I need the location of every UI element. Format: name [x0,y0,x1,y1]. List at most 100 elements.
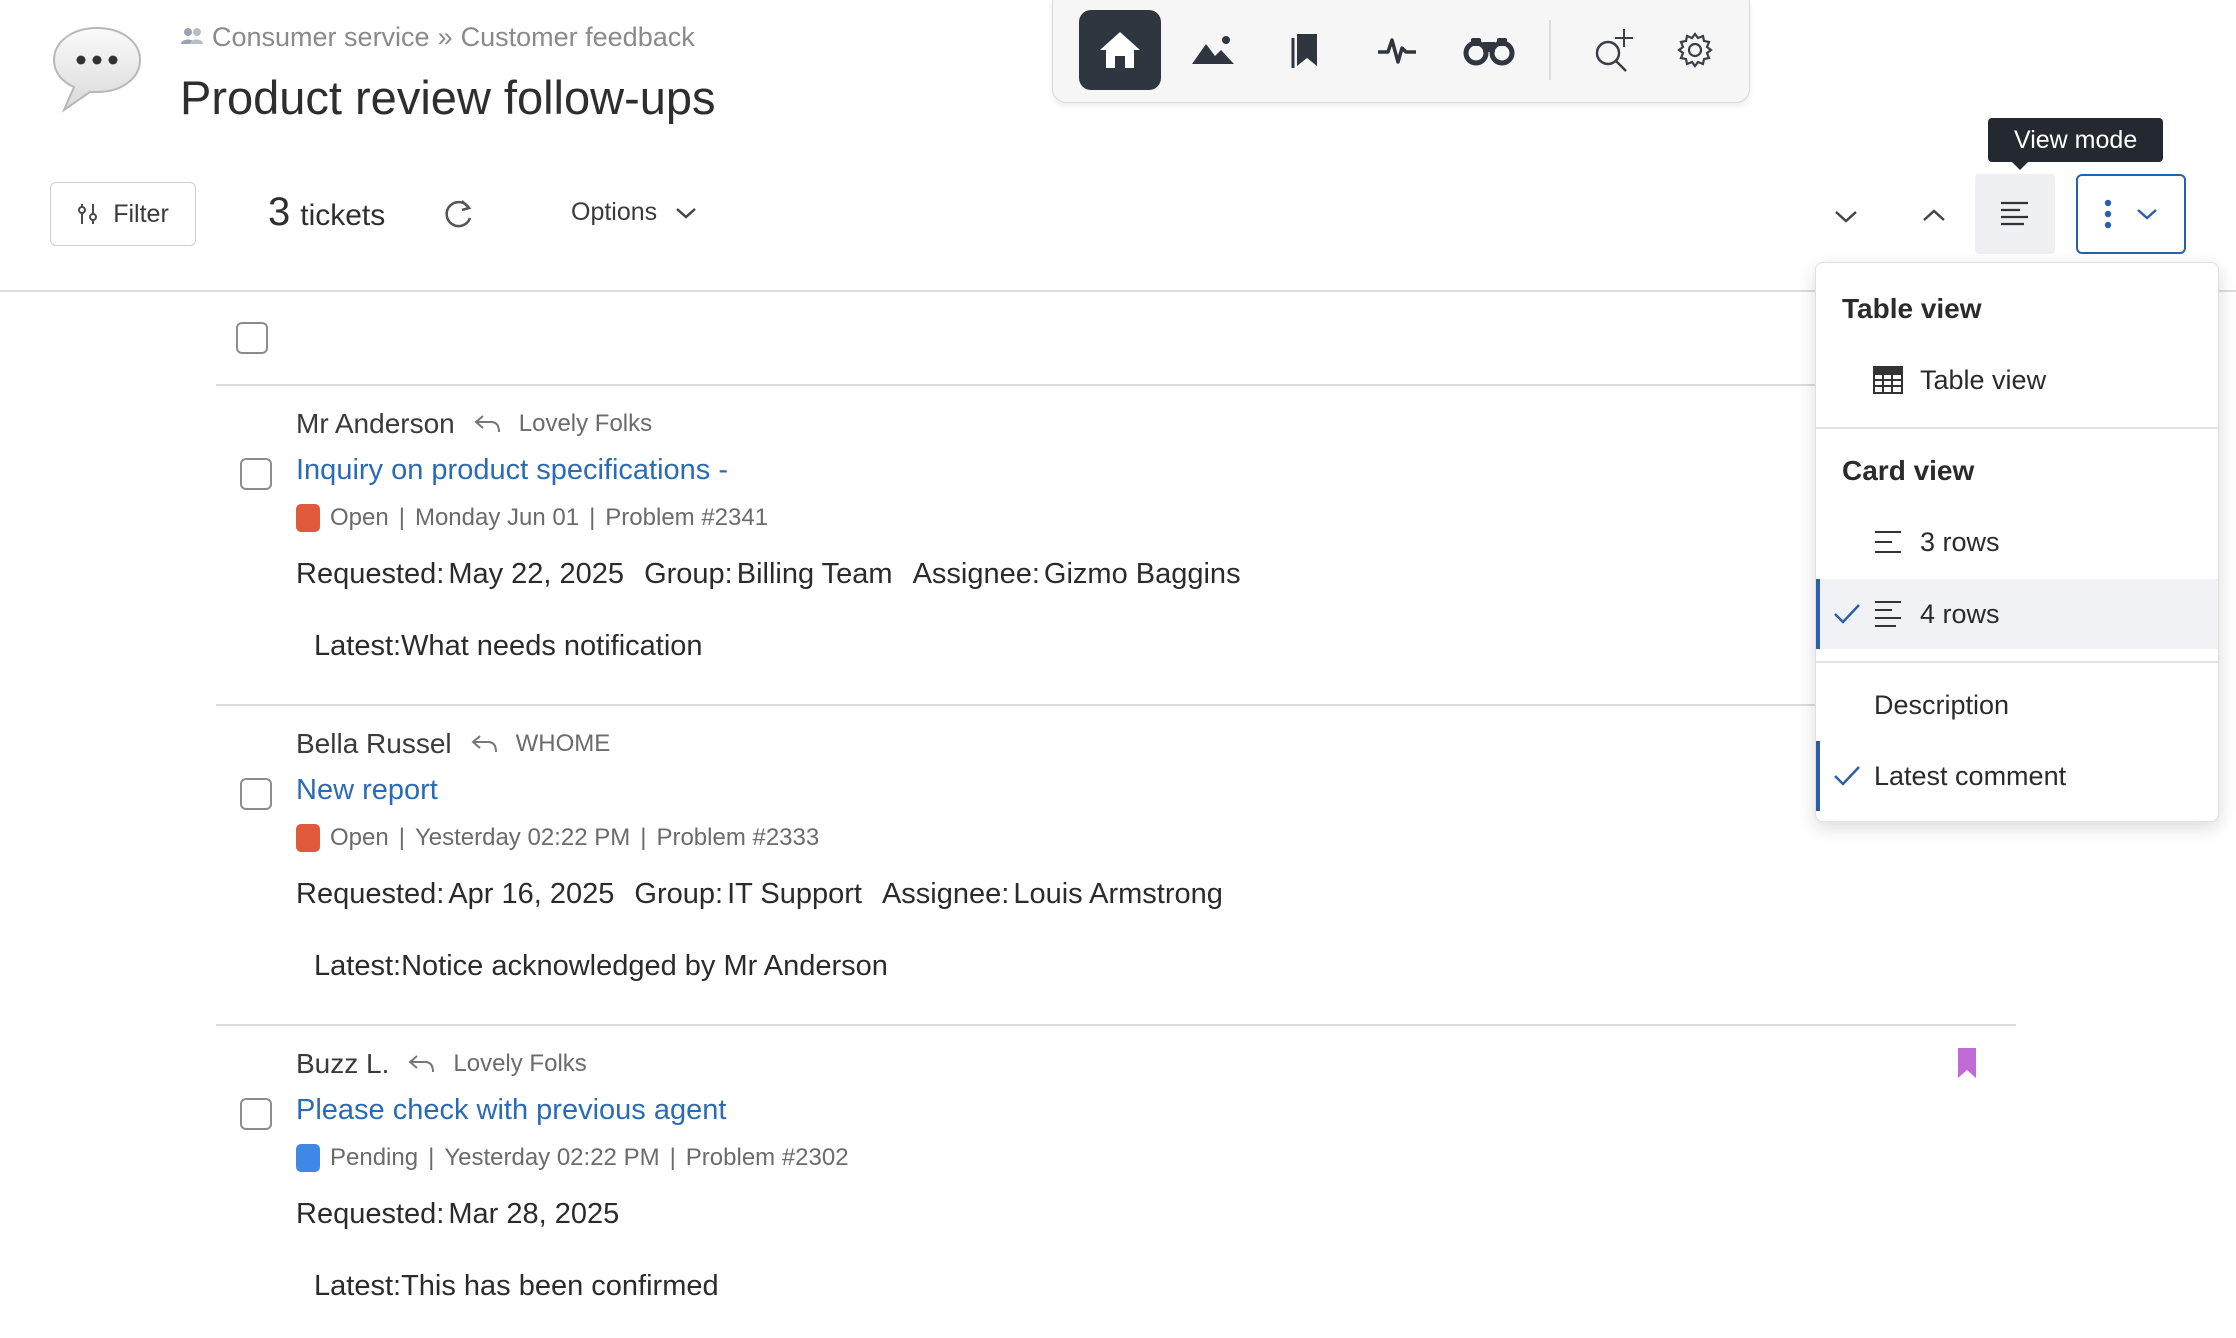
assignee-label: Assignee: [912,558,1040,590]
menu-item-label: Description [1874,689,2010,720]
checkmark-icon [1834,604,1860,624]
ticket-card: Mr Anderson Lovely Folks Inquiry on prod… [216,386,2016,706]
ticket-organization[interactable]: Lovely Folks [453,1050,586,1078]
menu-heading-card-view: Card view [1842,455,1975,486]
speech-bubble-logo-icon [50,22,144,116]
group-value: Billing Team [736,558,893,590]
ticket-status-line: Open | Yesterday 02:22 PM | Problem #233… [296,824,819,852]
gear-icon [1677,32,1713,68]
latest-label: Latest: [314,1270,402,1302]
requested-label: Requested: [296,558,445,590]
checkmark-icon [1834,766,1860,786]
menu-item-label: 4 rows [1920,598,2000,629]
vertical-dots-icon [2104,199,2112,229]
binoculars-icon [1463,38,1515,66]
people-icon [180,22,204,53]
collapse-all-button[interactable] [1918,200,1950,232]
group-label: Group: [644,558,733,590]
ticket-card: Bella Russel WHOME New report Open | Yes… [216,706,2016,1026]
menu-item-latest-comment[interactable]: Latest comment [1816,741,2218,811]
ticket-date: Monday Jun 01 [414,504,580,531]
image-button[interactable] [1172,10,1254,90]
menu-item-description[interactable]: Description [1816,670,2218,740]
reply-icon [474,415,500,433]
reply-icon [408,1055,435,1073]
view-mode-menu: Table view Table view Card view 3 rows 4… [1815,262,2219,822]
activity-icon [1378,38,1416,64]
ticket-meta-line: Requested: Apr 16, 2025 Group: IT Support … [296,878,1223,911]
bookmarks-button[interactable] [1264,10,1346,90]
ticket-checkbox[interactable] [240,458,272,490]
chevron-down-icon [2137,209,2157,220]
menu-item-table-view[interactable]: Table view [1816,345,2218,415]
toolbar-divider [1549,20,1551,80]
settings-button[interactable] [1654,10,1736,90]
search-plus-button[interactable] [1572,10,1654,90]
menu-item-4-rows[interactable]: 4 rows [1816,579,2218,649]
text-lines-icon [2001,201,2028,226]
ticket-subject-link[interactable]: Please check with previous agent [296,1094,726,1127]
ticket-count-label: tickets [300,199,386,232]
menu-item-3-rows[interactable]: 3 rows [1816,507,2218,577]
search-plus-icon [1595,29,1633,72]
assignee-value: Louis Armstrong [1013,878,1223,910]
home-button[interactable] [1079,10,1161,90]
group-value: IT Support [727,878,862,910]
ticket-problem-number: Problem #2341 [605,504,769,531]
ticket-checkbox[interactable] [240,1098,272,1130]
ticket-count-number: 3 [268,190,291,234]
ticket-problem-number: Problem #2302 [685,1144,849,1171]
requested-value: Apr 16, 2025 [448,878,615,910]
tooltip-arrow [2010,160,2030,170]
ticket-subject-link[interactable]: New report [296,774,438,807]
options-dropdown[interactable]: Options [571,198,697,227]
ticket-latest-comment: Latest:What needs notification [314,630,703,663]
filter-button[interactable]: Filter [50,182,196,246]
chevron-down-icon [1835,211,1857,223]
requested-label: Requested: [296,878,445,910]
view-mode-button[interactable] [1975,174,2055,254]
ticket-organization[interactable]: WHOME [516,730,611,758]
more-options-button[interactable] [2076,174,2186,254]
expand-all-button[interactable] [1830,200,1862,232]
ticket-author[interactable]: Buzz L. [296,1048,389,1080]
binoculars-button[interactable] [1448,10,1530,90]
ticket-latest-comment: Latest:Notice acknowledged by Mr Anderso… [314,950,888,983]
reply-icon [471,735,497,753]
bookmark-button[interactable] [1956,1046,1978,1085]
ticket-status: Pending [330,1144,419,1171]
select-all-checkbox[interactable] [236,322,268,354]
four-lines-icon [1875,601,1901,627]
chevron-up-icon [1923,209,1945,221]
refresh-icon [445,200,472,228]
select-all-checkbox-wrap [236,322,268,354]
activity-button[interactable] [1356,10,1438,90]
requested-value: Mar 28, 2025 [448,1198,620,1230]
assignee-label: Assignee: [881,878,1010,910]
refresh-button[interactable] [440,196,476,232]
ticket-author-line: Bella Russel WHOME [296,728,610,760]
ticket-author-line: Mr Anderson Lovely Folks [296,408,652,440]
ticket-organization[interactable]: Lovely Folks [519,410,652,438]
filter-label: Filter [113,199,169,228]
menu-divider [1816,661,2218,663]
menu-item-label: Table view [1920,364,2047,395]
status-indicator [296,824,320,852]
bookmark-icon [1958,1048,1976,1078]
ticket-author-line: Buzz L. Lovely Folks [296,1048,587,1080]
latest-value: This has been confirmed [401,1270,719,1302]
menu-item-label: Latest comment [1874,760,2067,791]
table-icon [1873,366,1903,394]
ticket-latest-comment: Latest:This has been confirmed [314,1270,719,1303]
latest-label: Latest: [314,950,402,982]
ticket-checkbox[interactable] [240,778,272,810]
sliders-icon [78,204,98,224]
menu-item-label: 3 rows [1920,526,2000,557]
breadcrumb-item-customer-feedback[interactable]: Customer feedback [461,22,695,53]
ticket-status-line: Open | Monday Jun 01 | Problem #2341 [296,504,768,532]
ticket-subject-link[interactable]: Inquiry on product specifications - [296,454,728,487]
ticket-author[interactable]: Bella Russel [296,728,452,760]
home-icon [1100,32,1140,68]
ticket-author[interactable]: Mr Anderson [296,408,455,440]
breadcrumb-item-consumer-service[interactable]: Consumer service [212,22,430,53]
